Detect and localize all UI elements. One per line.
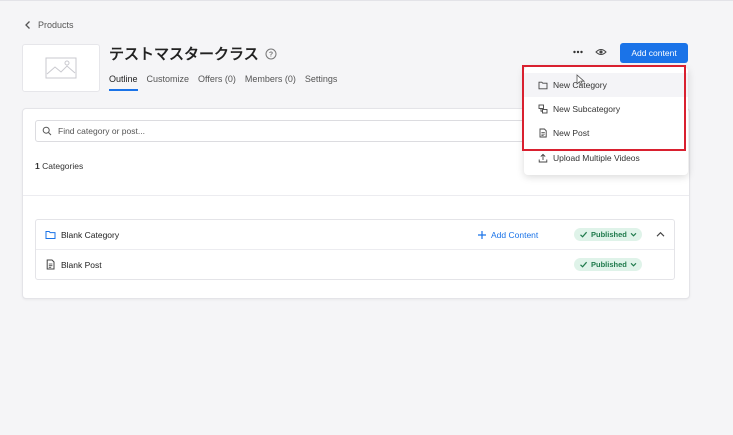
search-input[interactable]: Find category or post... xyxy=(35,120,527,142)
breadcrumb[interactable]: Products xyxy=(22,19,74,31)
tab-customize[interactable]: Customize xyxy=(147,74,190,91)
help-circle-icon[interactable]: ? xyxy=(265,48,277,60)
eye-icon[interactable] xyxy=(595,46,607,58)
menu-item-new-category[interactable]: New Category xyxy=(524,73,688,97)
add-content-link[interactable]: Add Content xyxy=(477,230,538,240)
tab-outline[interactable]: Outline xyxy=(109,74,138,91)
add-content-label: Add Content xyxy=(491,229,539,240)
outline-list: Blank Category Add Content Published Bla… xyxy=(35,219,675,280)
plus-icon xyxy=(478,230,486,239)
category-count-label: Categories xyxy=(42,161,84,171)
search-placeholder: Find category or post... xyxy=(58,126,145,136)
course-thumbnail[interactable] xyxy=(22,44,100,92)
post-row[interactable]: Blank Post Published xyxy=(36,249,674,279)
tab-settings[interactable]: Settings xyxy=(305,74,338,91)
add-content-button[interactable]: Add content xyxy=(620,43,688,63)
menu-item-new-subcategory[interactable]: New Subcategory xyxy=(524,97,688,121)
add-content-dropdown: New Category New Subcategory New Post Up… xyxy=(524,67,688,175)
menu-item-new-post[interactable]: New Post xyxy=(524,121,688,145)
menu-item-label: New Subcategory xyxy=(553,104,621,114)
chevron-left-icon xyxy=(25,21,30,29)
menu-item-label: Upload Multiple Videos xyxy=(553,153,640,163)
category-row[interactable]: Blank Category Add Content Published xyxy=(36,220,674,249)
menu-item-upload-videos[interactable]: Upload Multiple Videos xyxy=(524,146,688,170)
menu-item-label: New Post xyxy=(553,128,590,138)
category-name: Blank Category xyxy=(61,229,120,240)
subcategory-icon xyxy=(538,104,548,114)
image-placeholder-icon xyxy=(45,57,77,79)
top-border xyxy=(0,0,733,1)
tab-members[interactable]: Members (0) xyxy=(245,74,296,91)
folder-icon xyxy=(45,231,56,239)
svg-text:?: ? xyxy=(269,51,273,58)
page-title: テストマスタークラス xyxy=(109,46,259,63)
status-badge[interactable]: Published xyxy=(574,258,642,271)
chevron-up-icon[interactable] xyxy=(655,229,666,240)
page-title-row: テストマスタークラス ? xyxy=(109,43,277,64)
document-icon xyxy=(46,259,55,270)
upload-icon xyxy=(538,153,548,163)
tab-bar: Outline Customize Offers (0) Members (0)… xyxy=(109,74,337,91)
post-name: Blank Post xyxy=(61,259,102,270)
divider xyxy=(23,195,689,196)
status-badge[interactable]: Published xyxy=(574,228,642,241)
breadcrumb-products-link[interactable]: Products xyxy=(38,20,74,30)
status-label: Published xyxy=(591,260,627,269)
tab-offers[interactable]: Offers (0) xyxy=(198,74,236,91)
cursor-icon xyxy=(576,74,585,86)
search-icon xyxy=(42,126,52,136)
category-count: 1 Categories xyxy=(35,161,83,171)
chevron-down-icon xyxy=(630,232,637,237)
document-icon xyxy=(539,128,547,138)
more-dots-icon[interactable] xyxy=(572,46,584,58)
category-count-number: 1 xyxy=(35,161,40,171)
check-icon xyxy=(580,261,588,268)
chevron-down-icon xyxy=(630,262,637,267)
check-icon xyxy=(580,231,588,238)
folder-icon xyxy=(538,81,548,90)
status-label: Published xyxy=(591,230,627,239)
